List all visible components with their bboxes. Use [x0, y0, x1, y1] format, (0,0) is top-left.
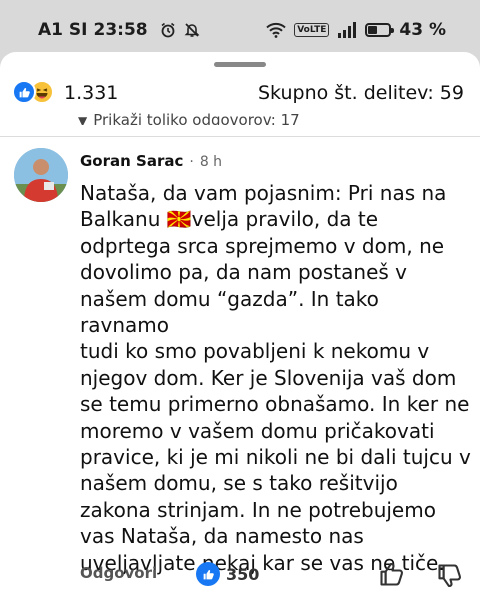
reaction-count: 1.331: [64, 82, 119, 104]
comment-actions: Odgovori 350: [0, 560, 480, 592]
divider: [0, 136, 480, 137]
macedonia-flag: 🇲🇰: [166, 207, 192, 232]
show-replies-link[interactable]: ▼ Prikaži toliko odgovorov: 17: [78, 111, 300, 125]
shares-count[interactable]: Skupno št. delitev: 59: [258, 82, 464, 104]
show-replies-label: Prikaži toliko odgovorov: 17: [93, 111, 300, 125]
status-left: A1 SI 23:58: [38, 20, 200, 40]
battery-fill: [368, 26, 377, 34]
comment-likes[interactable]: 350: [196, 562, 259, 586]
like-count: 350: [226, 564, 260, 584]
author-name[interactable]: Goran Sarac: [80, 152, 183, 170]
reply-button[interactable]: Odgovori: [80, 564, 157, 582]
battery-percent: 43 %: [399, 20, 446, 40]
clock: 23:58: [93, 20, 148, 40]
thumb-up-icon[interactable]: [378, 560, 406, 588]
comment-time: 8 h: [199, 154, 223, 170]
status-bar: A1 SI 23:58 VoLTE 43 %: [0, 0, 480, 60]
status-right: VoLTE 43 %: [266, 20, 446, 40]
carrier-label: A1 SI: [38, 20, 88, 40]
like-icon: [12, 80, 36, 104]
avatar[interactable]: [14, 148, 68, 202]
reactions-summary[interactable]: 1.331 Skupno št. delitev: 59: [0, 76, 480, 112]
wifi-icon: [266, 22, 286, 38]
signal-icon: [338, 22, 357, 38]
reaction-icons: [12, 80, 54, 104]
volte-badge: VoLTE: [294, 23, 330, 37]
comment-header: Goran Sarac · 8 h: [80, 152, 222, 170]
comments-sheet: 1.331 Skupno št. delitev: 59 ▼ Prikaži to…: [0, 52, 480, 597]
chevron-down-icon: ▼: [78, 114, 88, 125]
battery-icon: [365, 23, 395, 37]
like-icon: [196, 562, 220, 586]
alarm-icon: [161, 22, 175, 38]
thumb-down-icon[interactable]: [436, 562, 464, 590]
notifications-off-icon: [184, 23, 200, 37]
comment-text: Nataša, da vam pojasnim: Pri nas na Balk…: [80, 180, 472, 576]
drag-handle[interactable]: [214, 62, 266, 67]
comment-separator: ·: [189, 154, 194, 170]
comment-text-part-2: velja pravilo, da te odprtega srca sprej…: [80, 207, 471, 575]
